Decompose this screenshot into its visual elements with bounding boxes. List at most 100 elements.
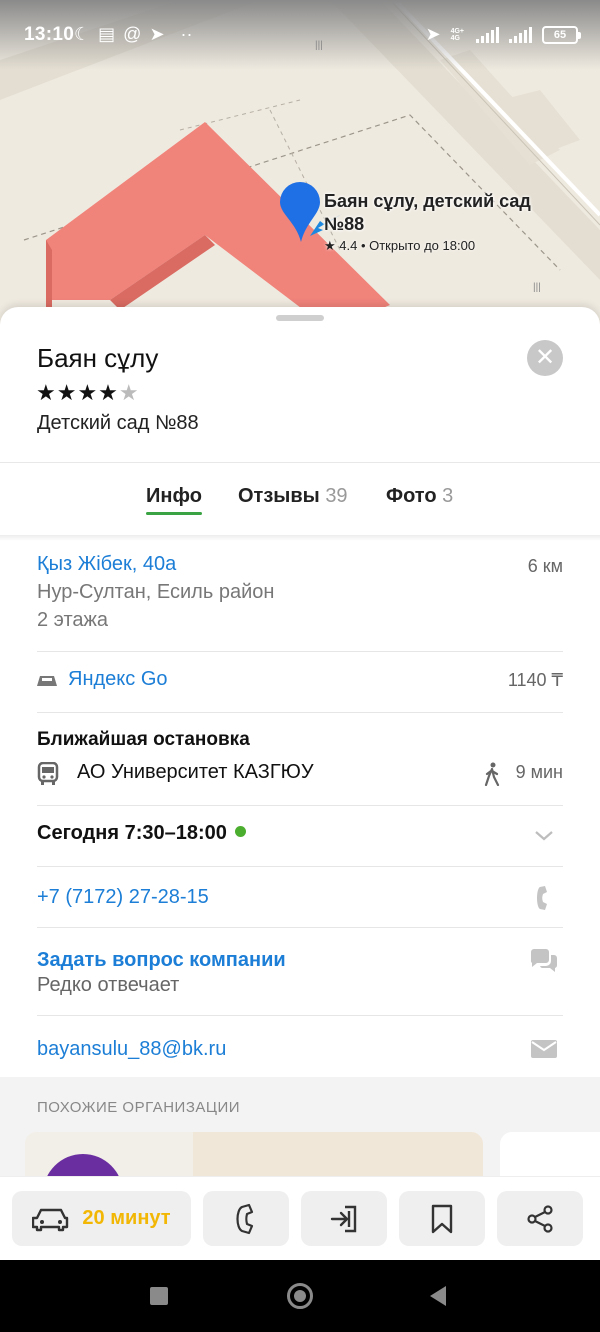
share-button[interactable]: [497, 1191, 583, 1246]
phone-icon: [236, 1203, 254, 1234]
action-toolbar: 20 минут: [0, 1176, 600, 1260]
tab-info[interactable]: Инфо: [146, 485, 202, 508]
divider: [37, 927, 563, 928]
address-distance: 6 км: [527, 556, 563, 576]
chevron-down-icon[interactable]: [535, 831, 553, 841]
active-tab-indicator: [146, 512, 202, 515]
address-row[interactable]: Қыз Жібек, 40а 6 км Нур-Султан, Есиль ра…: [37, 553, 563, 632]
close-icon: ✕: [534, 344, 556, 371]
svg-text:|||: |||: [533, 282, 541, 293]
phone-number[interactable]: +7 (7172) 27-28-15: [37, 886, 563, 909]
back-button[interactable]: [428, 1285, 448, 1307]
entrance-icon: [330, 1205, 357, 1232]
nearest-stop-name: АО Университет КАЗГЮУ: [77, 761, 314, 783]
tabs-shadow: [0, 535, 600, 541]
taxi-row[interactable]: Яндекс Go 1140 ₸: [37, 668, 563, 698]
rating-full-stars: ★★★★: [36, 380, 119, 405]
address-city: Нур-Султан, Есиль район: [37, 581, 275, 603]
car-icon: [32, 1208, 69, 1231]
phone-row[interactable]: +7 (7172) 27-28-15: [37, 886, 563, 916]
bus-icon: [37, 762, 59, 785]
network-label-top: 4G+: [450, 27, 464, 35]
tab-reviews-count: 39: [325, 485, 348, 507]
similar-organizations-title: ПОХОЖИЕ ОРГАНИЗАЦИИ: [37, 1099, 241, 1116]
ask-question-sub: Редко отвечает: [37, 974, 180, 996]
system-navigation-bar: [0, 1260, 600, 1332]
taxi-price: 1140 ₸: [507, 670, 563, 690]
bookmark-button[interactable]: [399, 1191, 485, 1246]
hours-text: Сегодня 7:30–18:00: [37, 822, 227, 844]
location-icon: ➤: [425, 24, 441, 44]
email-address[interactable]: bayansulu_88@bk.ru: [37, 1038, 563, 1061]
tab-reviews[interactable]: Отзывы 39: [238, 485, 348, 508]
similar-org-card[interactable]: [25, 1132, 483, 1177]
email-row[interactable]: bayansulu_88@bk.ru: [37, 1038, 563, 1068]
divider: [37, 712, 563, 713]
address-street[interactable]: Қыз Жібек, 40а: [37, 553, 563, 576]
chat-icon[interactable]: [529, 949, 559, 973]
rating-half-star: ★: [118, 380, 140, 405]
telegram-icon: ➤: [149, 24, 165, 44]
taxi-icon: [37, 676, 57, 686]
battery-icon: 65: [542, 25, 581, 44]
place-category: Детский сад №88: [37, 412, 199, 434]
similar-org-photo: [193, 1132, 483, 1177]
divider: [37, 1015, 563, 1016]
network-type: 4G+ 4G: [451, 28, 464, 42]
call-button[interactable]: [203, 1191, 289, 1246]
map-view[interactable]: ||| ||| Баян сұлу, детский сад №88 ★ 4.4…: [0, 0, 600, 330]
walk-time: 9 мин: [515, 762, 563, 782]
moon-icon: ☾: [74, 24, 91, 44]
place-title: Баян сұлу: [37, 343, 159, 373]
divider: [37, 866, 563, 867]
mail-icon[interactable]: [531, 1040, 557, 1058]
ask-question-row[interactable]: Задать вопрос компании Редко отвечает: [37, 949, 563, 999]
similar-org-card-2[interactable]: [500, 1132, 600, 1177]
rating-stars[interactable]: ★★★★★: [36, 380, 140, 406]
home-button[interactable]: [287, 1283, 313, 1309]
map-pin-rating: ★ 4.4 • Открыто до 18:00: [324, 238, 476, 253]
open-status-dot: [234, 826, 246, 837]
map-pin-label-line2: №88: [324, 214, 365, 234]
nearest-stop-row[interactable]: Ближайшая остановка АО Университет КАЗГЮ…: [37, 729, 563, 799]
phone-icon[interactable]: [535, 884, 551, 912]
divider: [37, 805, 563, 806]
tab-photos-label: Фото: [386, 485, 437, 507]
signal-icon-2: [509, 26, 532, 43]
status-time: 13:10: [24, 24, 75, 45]
ask-question-label[interactable]: Задать вопрос компании: [37, 949, 563, 972]
tab-photos-count: 3: [442, 485, 454, 507]
divider: [37, 651, 563, 652]
status-bar: 13:10 ☾ ▤ @ ➤ ·· ➤ 4G+ 4G 65: [0, 0, 600, 70]
more-icon: ··: [180, 24, 193, 44]
recents-button[interactable]: [150, 1287, 168, 1305]
nearest-stop-heading: Ближайшая остановка: [37, 729, 250, 750]
tab-info-label: Инфо: [146, 485, 202, 507]
status-right: ➤ 4G+ 4G 65: [425, 24, 581, 45]
drag-handle[interactable]: [276, 315, 324, 321]
map-pin-label[interactable]: Баян сұлу, детский сад №88: [324, 190, 531, 236]
taxi-label[interactable]: Яндекс Go: [68, 668, 168, 691]
tab-photos[interactable]: Фото 3: [386, 485, 453, 508]
close-button[interactable]: ✕: [527, 340, 563, 376]
entrances-button[interactable]: [301, 1191, 387, 1246]
walk-icon: [484, 762, 500, 786]
map-pin-label-line1: Баян сұлу, детский сад: [324, 191, 531, 211]
tab-reviews-label: Отзывы: [238, 485, 320, 507]
hours-row[interactable]: Сегодня 7:30–18:00: [37, 822, 563, 852]
message-icon: ▤: [98, 24, 116, 44]
network-label-bottom: 4G: [450, 34, 460, 42]
divider: [0, 462, 600, 463]
route-time-label: 20 минут: [82, 1207, 171, 1229]
signal-icon: [476, 26, 499, 43]
status-notification-icons: ☾ ▤ @ ➤ ··: [74, 22, 193, 46]
bookmark-icon: [431, 1204, 453, 1233]
at-icon: @: [123, 24, 142, 44]
route-button[interactable]: 20 минут: [12, 1191, 191, 1246]
tab-bar: Инфо Отзывы 39 Фото 3: [0, 475, 600, 537]
share-icon: [527, 1204, 553, 1233]
place-card[interactable]: Баян сұлу ✕ ★★★★★ Детский сад №88 Инфо О…: [0, 307, 600, 1177]
address-floors: 2 этажа: [37, 609, 109, 631]
similar-organizations: ПОХОЖИЕ ОРГАНИЗАЦИИ: [0, 1077, 600, 1177]
home-button-dot: [294, 1290, 306, 1302]
